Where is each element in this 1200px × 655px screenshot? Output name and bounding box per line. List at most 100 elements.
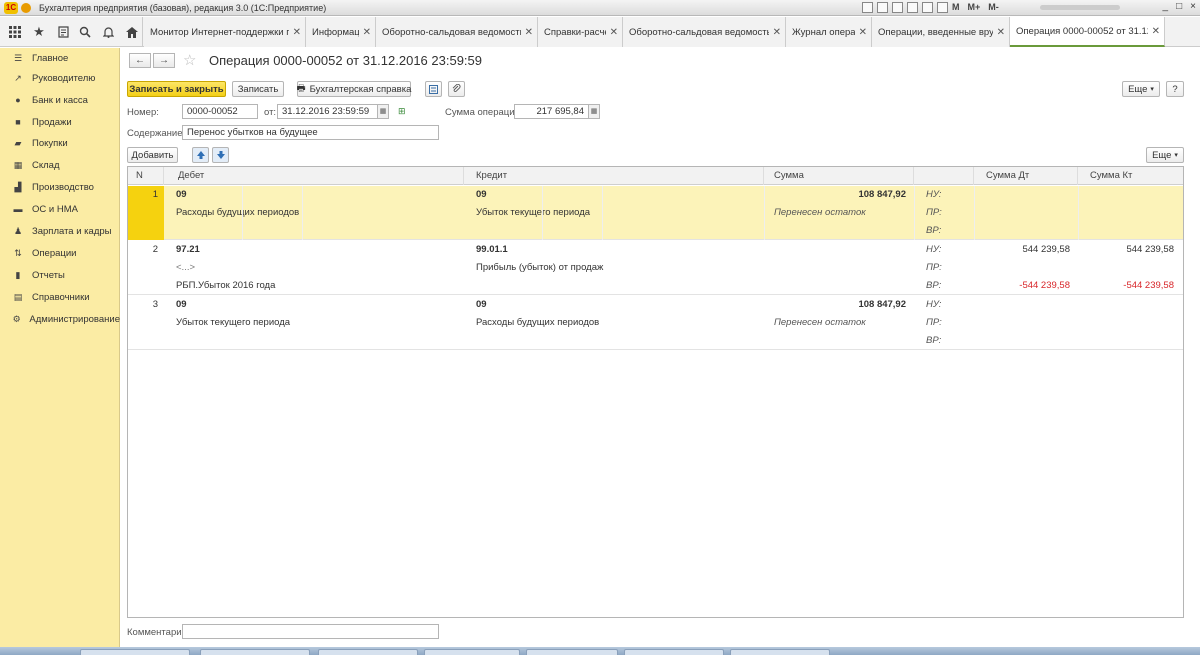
- memory-m-button[interactable]: M: [952, 2, 960, 12]
- credit-subconto[interactable]: Расходы будущих периодов: [476, 314, 756, 332]
- taskbar-item[interactable]: [200, 649, 310, 655]
- taskbar-item[interactable]: [318, 649, 418, 655]
- apps-grid-icon[interactable]: [4, 17, 26, 47]
- tab-manual-operations[interactable]: Операции, введенные вручную✕: [872, 17, 1010, 47]
- tab-support-monitor[interactable]: Монитор Интернет-поддержки поль...✕: [144, 17, 306, 47]
- close-tab-icon[interactable]: ✕: [997, 27, 1005, 38]
- sidebar-item-payroll[interactable]: ♟ Зарплата и кадры: [0, 221, 120, 241]
- close-tab-icon[interactable]: ✕: [293, 27, 301, 38]
- sidebar-item-operations[interactable]: ⇅ Операции: [0, 243, 120, 263]
- close-tab-icon[interactable]: ✕: [363, 27, 371, 38]
- print-icon[interactable]: [877, 2, 888, 13]
- home-icon[interactable]: [121, 17, 143, 47]
- credit-account[interactable]: 09: [476, 186, 756, 204]
- history-icon[interactable]: [52, 17, 74, 47]
- nu-kt-cell[interactable]: 544 239,58: [1082, 241, 1174, 259]
- calculator-icon[interactable]: [907, 2, 918, 13]
- column-header-sum-dt[interactable]: Сумма Дт: [974, 167, 1078, 185]
- move-up-button[interactable]: [192, 147, 209, 163]
- close-tab-icon[interactable]: ✕: [859, 27, 867, 38]
- table-row[interactable]: 3 09 Убыток текущего периода 09 Расходы …: [128, 296, 1183, 350]
- tab-certificates[interactable]: Справки-расчеты✕: [538, 17, 623, 47]
- credit-subconto[interactable]: Прибыль (убыток) от продаж: [476, 259, 756, 277]
- vr-dt-cell[interactable]: -544 239,58: [978, 277, 1070, 295]
- number-field[interactable]: 0000-00052: [182, 104, 258, 119]
- close-tab-icon[interactable]: ✕: [610, 27, 618, 38]
- debit-account[interactable]: 97.21: [176, 241, 456, 259]
- credit-account[interactable]: 99.01.1: [476, 241, 756, 259]
- sum-cell[interactable]: 108 847,92: [768, 186, 906, 204]
- table-row[interactable]: 1 09 Расходы будущих периодов 09 Убыток …: [128, 186, 1183, 240]
- forward-button[interactable]: →: [153, 53, 175, 68]
- favorite-star-icon[interactable]: ☆: [183, 51, 196, 69]
- sidebar-item-reports[interactable]: ▮ Отчеты: [0, 265, 120, 285]
- nu-dt-cell[interactable]: 544 239,58: [978, 241, 1070, 259]
- debit-account[interactable]: 09: [176, 186, 456, 204]
- help-button[interactable]: ?: [1166, 81, 1184, 97]
- close-tab-icon[interactable]: ✕: [1152, 26, 1160, 37]
- maximize-button[interactable]: □: [1176, 1, 1182, 12]
- tab-information[interactable]: Информация✕: [306, 17, 376, 47]
- app-menu-icon[interactable]: [21, 2, 31, 13]
- back-button[interactable]: ←: [129, 53, 151, 68]
- sidebar-item-purchases[interactable]: ▰ Покупки: [0, 133, 120, 153]
- minimize-button[interactable]: _: [1163, 1, 1169, 12]
- accounting-note-button[interactable]: 🖶 Бухгалтерская справка: [297, 81, 411, 97]
- column-header-sum[interactable]: Сумма: [764, 167, 914, 185]
- debit-subconto[interactable]: Убыток текущего периода: [176, 314, 456, 332]
- sum-cell[interactable]: 108 847,92: [768, 296, 906, 314]
- sidebar-item-bank[interactable]: ● Банк и касса: [0, 90, 120, 110]
- sidebar-item-administration[interactable]: ⚙ Администрирование: [0, 309, 120, 329]
- close-window-button[interactable]: ×: [1190, 1, 1196, 12]
- taskbar-item[interactable]: [730, 649, 830, 655]
- sidebar-item-production[interactable]: ▟ Производство: [0, 177, 120, 197]
- content-cell[interactable]: Перенесен остаток: [774, 204, 912, 222]
- tab-balance-sheet-1[interactable]: Оборотно-сальдовая ведомость по ...✕: [376, 17, 538, 47]
- column-header-debit[interactable]: Дебет: [164, 167, 464, 185]
- calendar-icon[interactable]: [892, 2, 903, 13]
- sum-field[interactable]: 217 695,84: [514, 104, 589, 119]
- close-tab-icon[interactable]: ✕: [525, 27, 533, 38]
- sidebar-item-management[interactable]: ↗ Руководителю: [0, 68, 120, 88]
- sidebar-item-main[interactable]: ☰ Главное: [0, 48, 120, 68]
- document-link-icon[interactable]: ⊞: [398, 106, 406, 117]
- table-more-button[interactable]: Еще ▾: [1146, 147, 1184, 163]
- save-icon[interactable]: [862, 2, 873, 13]
- save-button[interactable]: Записать: [232, 81, 284, 97]
- sidebar-item-warehouse[interactable]: ▦ Склад: [0, 155, 120, 175]
- save-and-close-button[interactable]: Записать и закрыть: [127, 81, 226, 97]
- move-down-button[interactable]: [212, 147, 229, 163]
- date-field[interactable]: 31.12.2016 23:59:59: [277, 104, 378, 119]
- debit-subconto-2[interactable]: РБП.Убыток 2016 года: [176, 277, 456, 295]
- taskbar-item[interactable]: [624, 649, 724, 655]
- debit-subconto[interactable]: <...>: [176, 259, 456, 277]
- add-button[interactable]: Добавить: [127, 147, 178, 163]
- vr-kt-cell[interactable]: -544 239,58: [1082, 277, 1174, 295]
- calculator-icon[interactable]: ▦: [589, 104, 600, 119]
- sidebar-item-sales[interactable]: ■ Продажи: [0, 112, 120, 132]
- tab-operation-52[interactable]: Операция 0000-00052 от 31.12.2016 ...✕: [1010, 17, 1165, 47]
- column-header-sum-kt[interactable]: Сумма Кт: [1078, 167, 1183, 185]
- close-tab-icon[interactable]: ✕: [773, 27, 781, 38]
- taskbar-item[interactable]: [424, 649, 520, 655]
- attachment-icon[interactable]: [448, 81, 465, 97]
- notifications-bell-icon[interactable]: [97, 17, 119, 47]
- debit-subconto[interactable]: Расходы будущих периодов: [176, 204, 456, 222]
- column-header-credit[interactable]: Кредит: [464, 167, 764, 185]
- favorites-star-icon[interactable]: ★: [28, 17, 50, 47]
- clipboard-icon[interactable]: [937, 2, 948, 13]
- content-cell[interactable]: Перенесен остаток: [774, 314, 912, 332]
- calendar-icon[interactable]: ▦: [378, 104, 389, 119]
- credit-subconto[interactable]: Убыток текущего периода: [476, 204, 756, 222]
- more-button[interactable]: Еще ▾: [1122, 81, 1160, 97]
- tab-balance-sheet-2[interactable]: Оборотно-сальдовая ведомость за ...✕: [623, 17, 786, 47]
- table-icon[interactable]: [922, 2, 933, 13]
- memory-minus-button[interactable]: M-: [988, 2, 999, 12]
- table-row[interactable]: 2 97.21 <...> РБП.Убыток 2016 года 99.01…: [128, 241, 1183, 295]
- credit-account[interactable]: 09: [476, 296, 756, 314]
- taskbar-item[interactable]: [80, 649, 190, 655]
- debit-account[interactable]: 09: [176, 296, 456, 314]
- column-header-n[interactable]: N: [128, 167, 164, 185]
- taskbar-item[interactable]: [526, 649, 618, 655]
- sidebar-item-catalogs[interactable]: ▤ Справочники: [0, 287, 120, 307]
